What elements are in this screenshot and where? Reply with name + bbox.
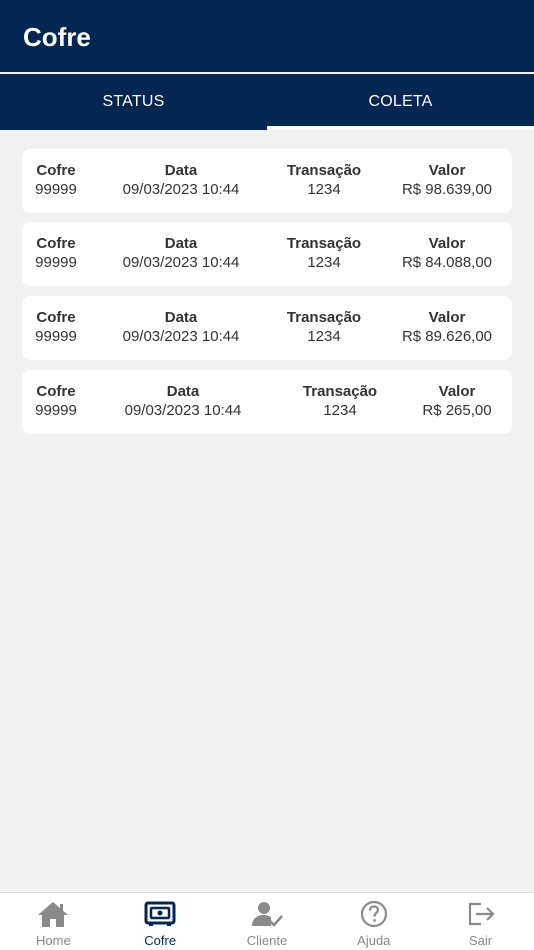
data-column: Data 09/03/2023 10:44 bbox=[112, 383, 254, 421]
cofre-column: Cofre 99999 bbox=[30, 309, 82, 347]
tab-status-label: STATUS bbox=[102, 93, 165, 110]
data-header: Data bbox=[166, 383, 200, 400]
cofre-column: Cofre 99999 bbox=[30, 235, 82, 273]
data-value: 09/03/2023 10:44 bbox=[122, 181, 240, 198]
transacao-column: Transação 1234 bbox=[280, 235, 368, 273]
valor-column: Valor R$ 265,00 bbox=[414, 383, 500, 421]
transacao-header: Transação bbox=[302, 383, 378, 400]
valor-header: Valor bbox=[428, 235, 466, 252]
data-value: 09/03/2023 10:44 bbox=[122, 328, 240, 345]
nav-ajuda[interactable]: Ajuda bbox=[320, 893, 427, 950]
cofre-header: Cofre bbox=[36, 162, 76, 179]
data-value: 09/03/2023 10:44 bbox=[122, 254, 240, 271]
data-header: Data bbox=[164, 235, 198, 252]
data-header: Data bbox=[164, 162, 198, 179]
data-header: Data bbox=[164, 309, 198, 326]
cofre-column: Cofre 99999 bbox=[30, 383, 82, 421]
data-column: Data 09/03/2023 10:44 bbox=[110, 309, 252, 347]
logout-icon bbox=[464, 899, 498, 929]
cofre-value: 99999 bbox=[35, 181, 77, 198]
tab-coleta-label: COLETA bbox=[368, 93, 433, 110]
tab-status[interactable]: STATUS bbox=[0, 74, 267, 130]
transacao-value: 1234 bbox=[323, 402, 357, 419]
transacao-header: Transação bbox=[286, 235, 362, 252]
list-item[interactable]: Cofre 99999 Data 09/03/2023 10:44 Transa… bbox=[22, 370, 512, 434]
app-bar: Cofre bbox=[0, 0, 534, 72]
valor-column: Valor R$ 98.639,00 bbox=[394, 162, 500, 200]
page-title: Cofre bbox=[23, 22, 91, 52]
cofre-value: 99999 bbox=[35, 328, 77, 345]
transacao-column: Transação 1234 bbox=[280, 162, 368, 200]
cofre-header: Cofre bbox=[36, 235, 76, 252]
user-check-icon bbox=[250, 899, 284, 929]
transacao-header: Transação bbox=[286, 309, 362, 326]
nav-cofre[interactable]: Cofre bbox=[107, 893, 214, 950]
home-icon bbox=[36, 899, 70, 929]
transacao-header: Transação bbox=[286, 162, 362, 179]
list-item[interactable]: Cofre 99999 Data 09/03/2023 10:44 Transa… bbox=[22, 149, 512, 213]
help-icon bbox=[357, 899, 391, 929]
transacao-value: 1234 bbox=[307, 181, 341, 198]
transacao-value: 1234 bbox=[307, 328, 341, 345]
valor-column: Valor R$ 89.626,00 bbox=[394, 309, 500, 347]
list-item[interactable]: Cofre 99999 Data 09/03/2023 10:44 Transa… bbox=[22, 222, 512, 286]
valor-header: Valor bbox=[428, 309, 466, 326]
cofre-column: Cofre 99999 bbox=[30, 162, 82, 200]
valor-value: R$ 98.639,00 bbox=[401, 181, 493, 198]
valor-value: R$ 265,00 bbox=[422, 402, 492, 419]
safe-icon bbox=[143, 899, 177, 929]
nav-cofre-label: Cofre bbox=[144, 933, 177, 948]
valor-value: R$ 89.626,00 bbox=[401, 328, 493, 345]
cofre-value: 99999 bbox=[35, 254, 77, 271]
nav-cliente[interactable]: Cliente bbox=[214, 893, 321, 950]
nav-ajuda-label: Ajuda bbox=[357, 933, 391, 948]
transacao-column: Transação 1234 bbox=[280, 309, 368, 347]
nav-sair[interactable]: Sair bbox=[427, 893, 534, 950]
tab-coleta[interactable]: COLETA bbox=[267, 74, 534, 130]
valor-value: R$ 84.088,00 bbox=[401, 254, 493, 271]
nav-sair-label: Sair bbox=[469, 933, 493, 948]
data-value: 09/03/2023 10:44 bbox=[124, 402, 242, 419]
coleta-list: Cofre 99999 Data 09/03/2023 10:44 Transa… bbox=[0, 130, 534, 892]
nav-home[interactable]: Home bbox=[0, 893, 107, 950]
cofre-header: Cofre bbox=[36, 383, 76, 400]
data-column: Data 09/03/2023 10:44 bbox=[110, 162, 252, 200]
transacao-column: Transação 1234 bbox=[296, 383, 384, 421]
valor-column: Valor R$ 84.088,00 bbox=[394, 235, 500, 273]
cofre-value: 99999 bbox=[35, 402, 77, 419]
data-column: Data 09/03/2023 10:44 bbox=[110, 235, 252, 273]
valor-header: Valor bbox=[438, 383, 476, 400]
nav-cliente-label: Cliente bbox=[246, 933, 288, 948]
transacao-value: 1234 bbox=[307, 254, 341, 271]
tab-bar: STATUS COLETA bbox=[0, 74, 534, 130]
valor-header: Valor bbox=[428, 162, 466, 179]
cofre-header: Cofre bbox=[36, 309, 76, 326]
nav-home-label: Home bbox=[36, 933, 71, 948]
bottom-navigation: Home Cofre Cliente Ajuda Sair bbox=[0, 892, 534, 950]
list-item[interactable]: Cofre 99999 Data 09/03/2023 10:44 Transa… bbox=[22, 296, 512, 360]
